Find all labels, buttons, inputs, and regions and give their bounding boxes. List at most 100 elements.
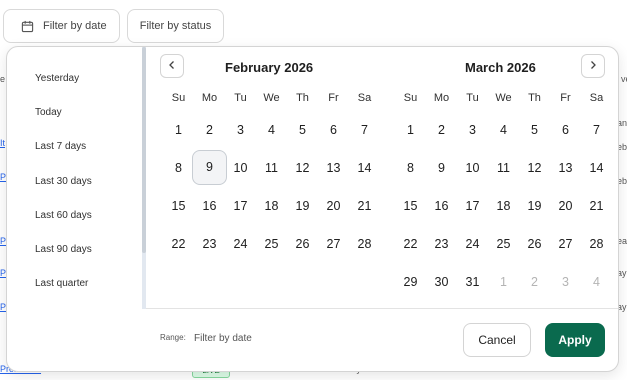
feb-day-21[interactable]: 21 bbox=[349, 189, 380, 223]
mar-day-18[interactable]: 18 bbox=[488, 189, 519, 223]
feb-day-25[interactable]: 25 bbox=[256, 227, 287, 261]
preset-last-60-days[interactable]: Last 60 days bbox=[35, 210, 92, 221]
mar-day-19[interactable]: 19 bbox=[519, 189, 550, 223]
background-link[interactable]: It bbox=[0, 138, 5, 148]
range-value: Filter by date bbox=[194, 333, 252, 344]
feb-day-20[interactable]: 20 bbox=[318, 189, 349, 223]
mar-day-26[interactable]: 26 bbox=[519, 227, 550, 261]
mar-day-23[interactable]: 23 bbox=[426, 227, 457, 261]
mar-day-8[interactable]: 8 bbox=[395, 151, 426, 185]
previous-month-button[interactable] bbox=[160, 54, 184, 78]
feb-day-7[interactable]: 7 bbox=[349, 113, 380, 147]
cancel-button[interactable]: Cancel bbox=[463, 323, 531, 357]
preset-last-90-days[interactable]: Last 90 days bbox=[35, 244, 92, 255]
filter-by-date-button[interactable]: Filter by date bbox=[3, 9, 120, 43]
mar-day-24[interactable]: 24 bbox=[457, 227, 488, 261]
preset-last-7-days[interactable]: Last 7 days bbox=[35, 141, 86, 152]
feb-day-13[interactable]: 13 bbox=[318, 151, 349, 185]
mar-day-29[interactable]: 29 bbox=[395, 265, 426, 299]
feb-day-17[interactable]: 17 bbox=[225, 189, 256, 223]
filter-by-date-label: Filter by date bbox=[43, 20, 107, 32]
mar-day-30[interactable]: 30 bbox=[426, 265, 457, 299]
mar-day-22[interactable]: 22 bbox=[395, 227, 426, 261]
mar-day-11[interactable]: 11 bbox=[488, 151, 519, 185]
feb-day-8[interactable]: 8 bbox=[163, 151, 194, 185]
mar-weekday-mo: Mo bbox=[433, 92, 450, 104]
mar-day-12[interactable]: 12 bbox=[519, 151, 550, 185]
mar-day-17[interactable]: 17 bbox=[457, 189, 488, 223]
mar-day-28[interactable]: 28 bbox=[581, 227, 612, 261]
right-month-title: March 2026 bbox=[465, 60, 536, 75]
preset-list: Yesterday Today Last 7 days Last 30 days… bbox=[7, 47, 143, 309]
feb-day-5[interactable]: 5 bbox=[287, 113, 318, 147]
feb-day-16[interactable]: 16 bbox=[194, 189, 225, 223]
feb-day-6[interactable]: 6 bbox=[318, 113, 349, 147]
mar-day-1[interactable]: 1 bbox=[395, 113, 426, 147]
feb-day-23[interactable]: 23 bbox=[194, 227, 225, 261]
mar-day-3[interactable]: 3 bbox=[457, 113, 488, 147]
left-month-title: February 2026 bbox=[225, 60, 314, 75]
feb-day-11[interactable]: 11 bbox=[256, 151, 287, 185]
feb-day-12[interactable]: 12 bbox=[287, 151, 318, 185]
feb-weekday-we: We bbox=[263, 92, 280, 104]
chevron-left-icon bbox=[167, 57, 177, 75]
mar-day-7[interactable]: 7 bbox=[581, 113, 612, 147]
preset-yesterday[interactable]: Yesterday bbox=[35, 73, 79, 84]
range-label: Range: bbox=[160, 333, 186, 342]
feb-day-26[interactable]: 26 bbox=[287, 227, 318, 261]
feb-weekday-th: Th bbox=[296, 92, 309, 104]
mar-weekday-th: Th bbox=[528, 92, 541, 104]
mar-day-6[interactable]: 6 bbox=[550, 113, 581, 147]
mar-day-9[interactable]: 9 bbox=[426, 151, 457, 185]
feb-day-18[interactable]: 18 bbox=[256, 189, 287, 223]
mar-day-next-month-1[interactable]: 1 bbox=[488, 265, 519, 299]
date-range-popover: Yesterday Today Last 7 days Last 30 days… bbox=[6, 46, 619, 372]
mar-weekday-sa: Sa bbox=[589, 92, 604, 104]
preset-last-quarter[interactable]: Last quarter bbox=[35, 278, 88, 289]
next-month-button[interactable] bbox=[581, 54, 605, 78]
feb-day-24[interactable]: 24 bbox=[225, 227, 256, 261]
feb-weekday-sa: Sa bbox=[357, 92, 372, 104]
preset-today[interactable]: Today bbox=[35, 107, 62, 118]
mar-day-31[interactable]: 31 bbox=[457, 265, 488, 299]
calendar-icon bbox=[21, 20, 34, 33]
mar-day-next-month-3[interactable]: 3 bbox=[550, 265, 581, 299]
mar-weekday-su: Su bbox=[403, 92, 418, 104]
feb-day-3[interactable]: 3 bbox=[225, 113, 256, 147]
feb-day-9[interactable]: 9 bbox=[192, 150, 227, 185]
feb-weekday-mo: Mo bbox=[201, 92, 218, 104]
background-cell: e bbox=[0, 74, 6, 84]
feb-day-19[interactable]: 19 bbox=[287, 189, 318, 223]
mar-day-next-month-2[interactable]: 2 bbox=[519, 265, 550, 299]
feb-day-27[interactable]: 27 bbox=[318, 227, 349, 261]
calendars: February 2026 March 2026 Su Mo Tu We Th Fr Sa 1… bbox=[146, 47, 618, 309]
mar-day-4[interactable]: 4 bbox=[488, 113, 519, 147]
mar-day-next-month-4[interactable]: 4 bbox=[581, 265, 612, 299]
mar-day-20[interactable]: 20 bbox=[550, 189, 581, 223]
mar-day-10[interactable]: 10 bbox=[457, 151, 488, 185]
feb-day-1[interactable]: 1 bbox=[163, 113, 194, 147]
filter-by-status-button[interactable]: Filter by status bbox=[127, 9, 224, 43]
mar-day-25[interactable]: 25 bbox=[488, 227, 519, 261]
mar-day-27[interactable]: 27 bbox=[550, 227, 581, 261]
mar-weekday-we: We bbox=[495, 92, 512, 104]
apply-button[interactable]: Apply bbox=[545, 323, 605, 357]
feb-day-10[interactable]: 10 bbox=[225, 151, 256, 185]
feb-day-15[interactable]: 15 bbox=[163, 189, 194, 223]
feb-day-14[interactable]: 14 bbox=[349, 151, 380, 185]
mar-day-21[interactable]: 21 bbox=[581, 189, 612, 223]
chevron-right-icon bbox=[588, 57, 598, 75]
mar-weekday-fr: Fr bbox=[560, 92, 571, 104]
feb-day-22[interactable]: 22 bbox=[163, 227, 194, 261]
feb-weekday-su: Su bbox=[171, 92, 186, 104]
mar-day-15[interactable]: 15 bbox=[395, 189, 426, 223]
feb-day-4[interactable]: 4 bbox=[256, 113, 287, 147]
mar-day-5[interactable]: 5 bbox=[519, 113, 550, 147]
mar-day-13[interactable]: 13 bbox=[550, 151, 581, 185]
mar-day-2[interactable]: 2 bbox=[426, 113, 457, 147]
feb-day-2[interactable]: 2 bbox=[194, 113, 225, 147]
preset-last-30-days[interactable]: Last 30 days bbox=[35, 176, 92, 187]
mar-day-16[interactable]: 16 bbox=[426, 189, 457, 223]
feb-day-28[interactable]: 28 bbox=[349, 227, 380, 261]
mar-day-14[interactable]: 14 bbox=[581, 151, 612, 185]
